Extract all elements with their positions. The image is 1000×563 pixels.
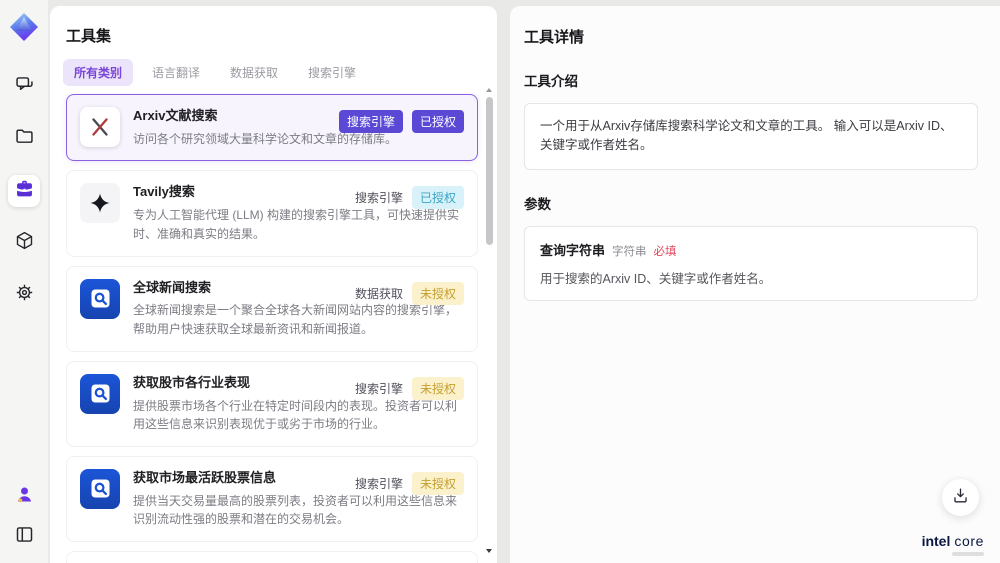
sidebar-item-chat[interactable] [8,71,40,103]
scrollbar-thumb[interactable] [486,97,493,245]
tab-0[interactable]: 所有类别 [63,59,134,86]
sidebar-item-files[interactable] [8,123,40,155]
tool-status-badge: 未授权 [411,281,464,305]
tool-card[interactable]: 获取市场最活跃股票信息 提供当天交易量最高的股票列表，投资者可以利用这些信息来识… [66,455,478,542]
tool-card[interactable]: Arxiv文献搜索 访问各个研究领域大量科学论文和文章的存储库。 搜索引擎 已授… [66,94,478,162]
tool-badges: 搜索引擎 未授权 [354,376,464,400]
sidebar-item-panel-toggle[interactable] [10,523,38,551]
detail-title: 工具详情 [524,29,585,46]
sidebar-item-packages[interactable] [8,227,40,259]
chat-icon [14,74,35,100]
tool-category-badge: 搜索引擎 [338,110,403,133]
user-icon [14,484,35,510]
arxiv-icon [80,107,120,147]
tool-description: 全球新闻搜索是一个聚合全球各大新闻网站内容的搜索引擎，帮助用户快速获取全球最新资… [133,303,458,337]
download-button[interactable] [942,479,979,516]
tool-description: 提供股票市场各个行业在特定时间段内的表现。投资者可以利用这些信息来识别表现优于或… [133,398,458,432]
tool-list: Arxiv文献搜索 访问各个研究领域大量科学论文和文章的存储库。 搜索引擎 已授… [50,93,497,563]
scroll-down-arrow-icon[interactable] [486,549,492,553]
tool-card[interactable]: 全球新闻搜索 全球新闻搜索是一个聚合全球各大新闻网站内容的搜索引擎，帮助用户快速… [66,265,478,352]
search-app-icon [80,278,120,319]
app-window: 工具集 所有类别 语言翻译 数据获取 搜索引擎 Arxiv文献搜索 访问各个研究领域大… [0,0,1000,563]
param-required-badge: 必填 [653,245,677,258]
tool-badges: 数据获取 未授权 [354,281,464,305]
tool-badges: 搜索引擎 未授权 [354,471,464,495]
sidebar-item-user[interactable] [10,483,38,511]
intro-box: 一个用于从Arxiv存储库搜索科学论文和文章的工具。 输入可以是Arxiv ID… [524,103,978,170]
tool-category-badge: 搜索引擎 [354,191,403,206]
tool-category-badge: 数据获取 [354,286,403,301]
sidebar-nav [8,71,40,311]
tool-badges: 搜索引擎 已授权 [338,110,464,133]
download-icon [951,486,970,510]
cube-icon [14,230,35,256]
params-section-title: 参数 [524,196,551,212]
tool-badges: 搜索引擎 已授权 [354,186,464,210]
search-app-icon [80,468,120,509]
briefcase-icon [14,178,35,204]
sidebar-item-settings[interactable] [8,279,40,311]
tool-status-badge: 已授权 [411,186,464,210]
intro-text: 一个用于从Arxiv存储库搜索科学论文和文章的工具。 输入可以是Arxiv ID… [540,119,953,153]
app-logo-icon [10,13,38,41]
param-name: 查询字符串 [540,242,606,258]
scroll-up-arrow-icon[interactable] [486,88,492,92]
intel-core-logo: intel core [922,534,984,548]
core-brand-text: core [954,533,984,549]
panel-icon [14,524,35,550]
param-description: 用于搜索的Arxiv ID、关键字或作者姓名。 [540,271,772,286]
star-icon [80,183,120,224]
tool-list-panel: 工具集 所有类别 语言翻译 数据获取 搜索引擎 Arxiv文献搜索 访问各个研究领域大… [50,6,497,563]
tab-3[interactable]: 搜索引擎 [297,59,367,86]
tool-status-badge: 未授权 [411,471,464,495]
tool-detail-panel: 工具详情 工具介绍 一个用于从Arxiv存储库搜索科学论文和文章的工具。 输入可… [510,6,1000,563]
tool-status-badge: 未授权 [411,376,464,400]
search-app-icon [80,373,120,414]
tool-description: 提供当天交易量最高的股票列表，投资者可以利用这些信息来识别流动性强的股票和潜在的… [133,493,458,527]
tool-card[interactable]: 获取股市各行业表现 提供股票市场各个行业在特定时间段内的表现。投资者可以利用这些… [66,360,478,447]
tabs: 所有类别 语言翻译 数据获取 搜索引擎 [50,46,497,86]
scrollbar [485,88,493,553]
tool-description: 专为人工智能代理 (LLM) 构建的搜索引擎工具，可快速提供实时、准确和真实的结… [133,208,460,241]
tab-1[interactable]: 语言翻译 [141,59,211,86]
tool-card[interactable]: 万维地区新闻查询 查询具体行政区划内的新闻，快速了解各地新闻动 搜索引擎 未授权 [66,550,478,563]
intel-brand-text: intel [921,533,951,549]
sidebar-bottom [10,483,38,551]
folder-icon [14,126,35,152]
param-head: 查询字符串 字符串 必填 [540,240,962,259]
intel-logo-subtext [952,552,984,556]
sidebar [0,0,48,563]
tool-category-badge: 搜索引擎 [354,381,403,396]
tab-2[interactable]: 数据获取 [219,59,289,86]
gear-icon [14,282,35,308]
intro-section-title: 工具介绍 [524,74,578,89]
tool-category-badge: 搜索引擎 [354,476,403,491]
sidebar-item-tools[interactable] [8,175,40,207]
tool-card[interactable]: Tavily搜索 专为人工智能代理 (LLM) 构建的搜索引擎工具，可快速提供实… [66,170,478,257]
tool-status-badge: 已授权 [411,110,464,133]
param-box: 查询字符串 字符串 必填 用于搜索的Arxiv ID、关键字或作者姓名。 [524,225,978,301]
page-title: 工具集 [66,28,112,45]
param-type: 字符串 [612,245,647,258]
